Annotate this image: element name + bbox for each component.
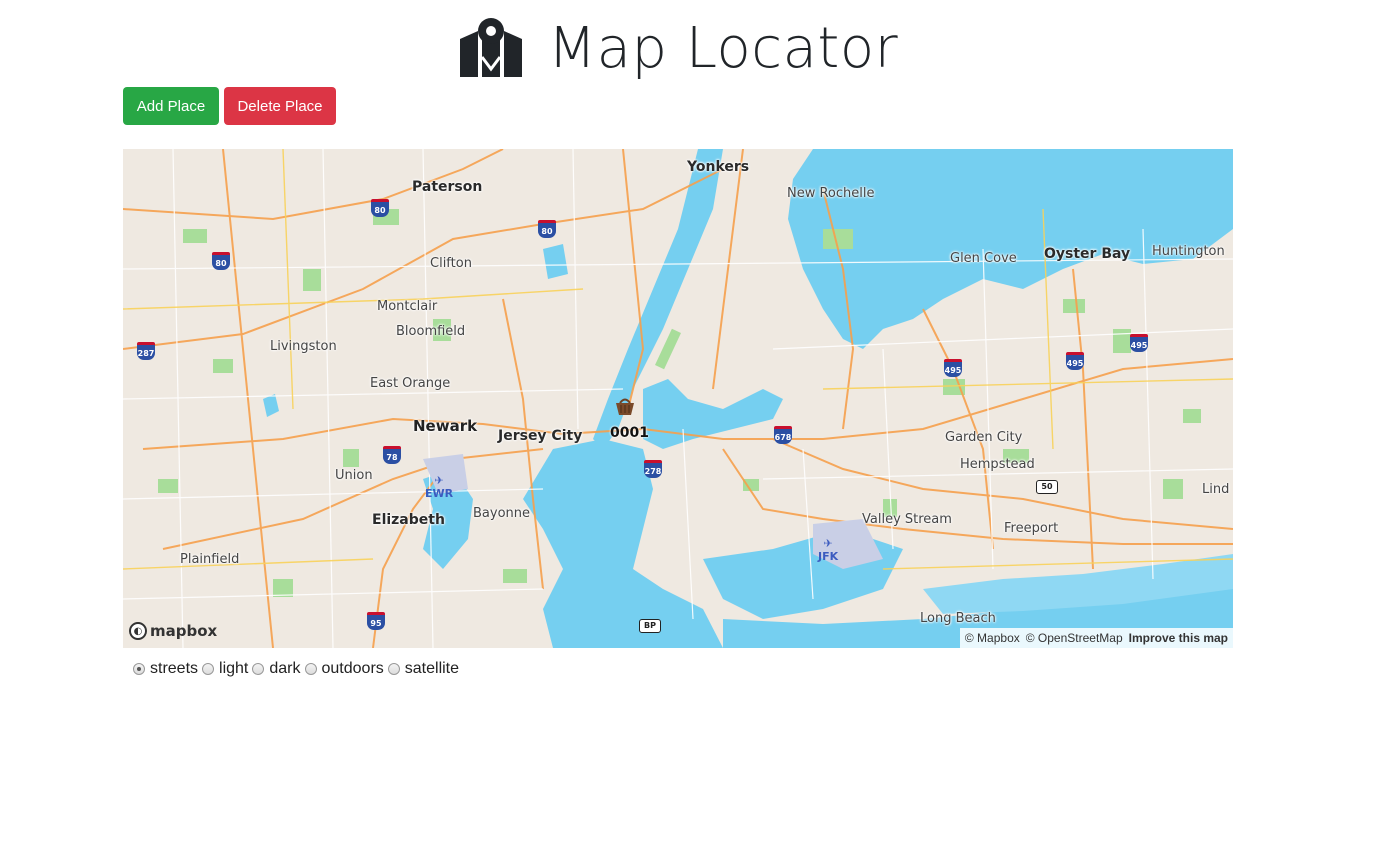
route-shield: 50 — [1036, 480, 1058, 494]
place-label: Bayonne — [473, 506, 531, 521]
map-canvas[interactable]: Yonkers Paterson New Rochelle Clifton Gl… — [123, 149, 1233, 648]
airport-label: ✈ JFK — [818, 537, 839, 563]
place-label: Valley Stream — [862, 512, 952, 527]
map-base-layer — [123, 149, 1233, 648]
airplane-icon: ✈ — [434, 474, 444, 487]
place-label: Livingston — [270, 339, 337, 354]
radio-satellite[interactable] — [387, 663, 400, 675]
place-label: Freeport — [1004, 521, 1059, 536]
airplane-icon: ✈ — [823, 537, 833, 550]
route-shield: BP — [639, 619, 661, 633]
attribution-mapbox-link[interactable]: © Mapbox — [965, 628, 1020, 648]
interstate-shield: 278 — [644, 460, 662, 478]
map-style-selector: streets light dark outdoors satellite — [133, 660, 463, 678]
interstate-shield: 78 — [383, 446, 401, 464]
basket-icon — [616, 398, 634, 415]
page-header: Map Locator — [0, 8, 1356, 88]
style-option-dark[interactable]: dark — [252, 660, 301, 678]
attribution-osm-link[interactable]: © OpenStreetMap — [1026, 628, 1123, 648]
place-label: Jersey City — [498, 428, 583, 444]
interstate-shield: 80 — [538, 220, 556, 238]
place-label: Clifton — [430, 256, 472, 271]
interstate-shield: 80 — [212, 252, 230, 270]
place-label: Elizabeth — [372, 512, 445, 528]
radio-light[interactable] — [202, 663, 215, 675]
interstate-shield: 495 — [1130, 334, 1148, 352]
interstate-shield: 495 — [944, 359, 962, 377]
delete-place-button[interactable]: Delete Place — [224, 87, 336, 125]
place-label: Glen Cove — [950, 251, 1017, 266]
mapbox-logo[interactable]: ◐ mapbox — [129, 622, 217, 640]
place-label: Hempstead — [960, 457, 1035, 472]
map-marker-icon — [459, 18, 522, 77]
interstate-shield: 495 — [1066, 352, 1084, 370]
style-option-streets[interactable]: streets — [133, 660, 198, 678]
place-label: Long Beach — [920, 611, 996, 626]
place-label: Garden City — [945, 430, 1023, 445]
style-option-outdoors[interactable]: outdoors — [304, 660, 384, 678]
place-label: Paterson — [412, 179, 483, 195]
place-label: Yonkers — [687, 159, 750, 175]
place-label: Bloomfield — [396, 324, 466, 339]
marker-label: 0001 — [610, 425, 649, 441]
place-label: Lind — [1202, 482, 1230, 497]
place-marker[interactable]: 0001 — [610, 395, 649, 441]
mapbox-logo-text: mapbox — [150, 622, 218, 640]
place-label: Montclair — [377, 299, 438, 314]
interstate-shield: 287 — [137, 342, 155, 360]
place-label: Plainfield — [180, 552, 240, 567]
add-place-button[interactable]: Add Place — [123, 87, 219, 125]
place-label: New Rochelle — [787, 186, 875, 201]
place-label: Huntington — [1152, 244, 1225, 259]
airport-label: ✈ EWR — [425, 474, 454, 500]
place-label: Union — [335, 468, 373, 483]
interstate-shield: 678 — [774, 426, 792, 444]
radio-dark[interactable] — [252, 663, 265, 675]
place-label: Oyster Bay — [1044, 246, 1131, 262]
style-option-light[interactable]: light — [202, 660, 248, 678]
radio-streets[interactable] — [133, 663, 145, 675]
mapbox-logo-icon: ◐ — [129, 622, 147, 640]
map-attribution: © Mapbox © OpenStreetMap Improve this ma… — [959, 628, 1233, 648]
interstate-shield: 80 — [371, 199, 389, 217]
toolbar: Add Place Delete Place — [123, 87, 336, 125]
radio-outdoors[interactable] — [304, 663, 317, 675]
place-label: Newark — [413, 417, 478, 435]
style-option-satellite[interactable]: satellite — [387, 660, 459, 678]
interstate-shield: 95 — [367, 612, 385, 630]
place-label: East Orange — [370, 376, 451, 391]
improve-map-link[interactable]: Improve this map — [1129, 628, 1228, 648]
page-title: Map Locator — [547, 15, 899, 81]
